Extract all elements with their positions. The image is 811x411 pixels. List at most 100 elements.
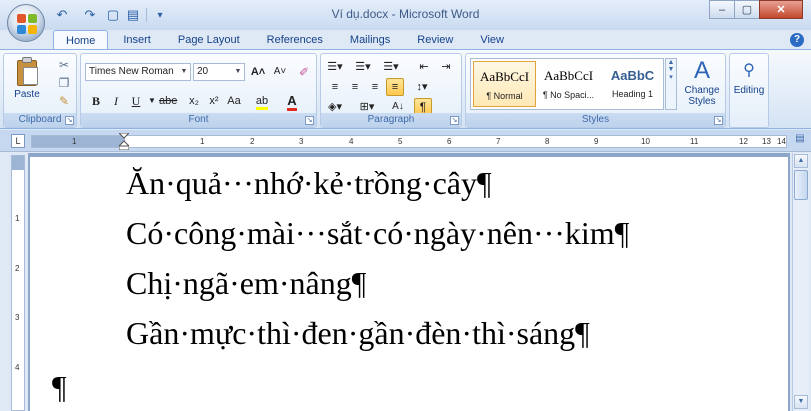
change-styles-button[interactable]: A Change Styles	[680, 57, 724, 107]
empty-paragraph-mark[interactable]: ¶	[52, 369, 67, 406]
document-line[interactable]: Chị·ngã·em·nâng¶	[126, 265, 366, 302]
ruler-number: 11	[690, 137, 699, 146]
styles-launcher-icon[interactable]: ↘	[714, 116, 723, 125]
office-logo-icon	[17, 14, 37, 34]
styles-group: AaBbCcI ¶ Normal AaBbCcI ¶ No Spaci... A…	[465, 53, 726, 128]
tab-selector[interactable]: L	[11, 134, 25, 148]
restore-icon: ▢	[741, 4, 753, 16]
bold-button[interactable]: B	[87, 92, 105, 110]
font-name-combo[interactable]: Times New Roman ▼	[85, 63, 191, 81]
align-center-icon[interactable]: ≡	[346, 78, 364, 96]
shrink-font-button[interactable]: A˅	[271, 63, 289, 81]
paste-button[interactable]: Paste	[8, 57, 46, 112]
document-line[interactable]: Có·công·mài···sắt·có·ngày·nên···kim¶	[126, 215, 629, 252]
ruler-number: 2	[250, 137, 255, 146]
line-spacing-icon[interactable]: ↕▾	[413, 78, 431, 96]
style-gallery-scroll[interactable]: ▲ ▼ ▾	[665, 58, 677, 110]
tab-insert[interactable]: Insert	[111, 30, 163, 50]
scroll-down-icon[interactable]: ▼	[794, 395, 808, 409]
change-styles-label: Change Styles	[684, 85, 720, 107]
style-normal[interactable]: AaBbCcI ¶ Normal	[473, 61, 536, 107]
tab-review[interactable]: Review	[405, 30, 465, 50]
font-group-label: Font	[81, 113, 316, 127]
close-button[interactable]: ✕	[759, 0, 803, 19]
style-name: ¶ Normal	[486, 91, 523, 101]
ruler-number: 9	[594, 137, 599, 146]
justify-icon[interactable]: ≡	[386, 78, 404, 96]
view-ruler-icon[interactable]: ▤	[793, 133, 807, 147]
font-launcher-icon[interactable]: ↘	[305, 116, 314, 125]
paragraph-group-label: Paragraph	[321, 113, 461, 127]
style-name: Heading 1	[611, 89, 654, 99]
style-sample: AaBbCcI	[543, 68, 594, 83]
ruler-number: 10	[641, 137, 650, 146]
paste-label: Paste	[14, 89, 40, 100]
office-button[interactable]	[7, 4, 45, 42]
multilevel-list-icon[interactable]: ☰▾	[382, 58, 400, 76]
ruler-number: 7	[496, 137, 501, 146]
scroll-thumb[interactable]	[794, 170, 808, 200]
restore-button[interactable]: ▢	[734, 0, 760, 19]
increase-indent-icon[interactable]: ⇥	[437, 58, 455, 76]
clipboard-icon	[15, 57, 39, 87]
font-color-button[interactable]: A	[283, 92, 301, 111]
copy-icon[interactable]: ❐	[56, 75, 72, 91]
numbering-icon[interactable]: ☰▾	[354, 58, 372, 76]
clear-formatting-icon[interactable]: ✐	[295, 63, 313, 81]
ruler-number: 13	[762, 137, 771, 146]
font-color-icon: A	[287, 93, 297, 111]
document-line[interactable]: Gần·mực·thì·đen·gần·đèn·thì·sáng¶	[126, 315, 590, 352]
ruler-row: L 1 1 2 3 4 5 6 7 8 9 10 11 12 13 14 ▤	[0, 130, 811, 152]
align-right-icon[interactable]: ≡	[366, 78, 384, 96]
chevron-down-icon: ▼	[234, 68, 242, 75]
scroll-up-icon[interactable]: ▲	[794, 154, 808, 168]
tab-references[interactable]: References	[255, 30, 335, 50]
style-heading-1[interactable]: AaBbC Heading 1	[601, 61, 664, 107]
ruler-number: 12	[739, 137, 748, 146]
document-page[interactable]: Ăn·quả···nhớ·kẻ·trồng·cây¶ Có·công·mài··…	[30, 157, 788, 411]
title-bar: ↶ ↷ ▢ ▤ ▾ Ví dụ.docx - Microsoft Word – …	[0, 0, 811, 42]
font-name-value: Times New Roman	[89, 66, 174, 77]
styles-group-label: Styles	[466, 113, 725, 127]
format-painter-icon[interactable]: ✎	[56, 93, 72, 109]
indent-marker-icon[interactable]	[119, 133, 129, 150]
ruler-number: 3	[299, 137, 304, 146]
superscript-button[interactable]: x²	[205, 92, 223, 110]
style-no-spacing[interactable]: AaBbCcI ¶ No Spaci...	[537, 61, 600, 107]
cut-icon[interactable]: ✂	[56, 57, 72, 73]
font-size-value: 20	[197, 66, 209, 77]
highlight-button[interactable]: ab	[253, 92, 271, 110]
ruler-number: 5	[398, 137, 403, 146]
bullets-icon[interactable]: ☰▾	[326, 58, 344, 76]
ruler-number: 1	[72, 137, 77, 146]
chevron-down-icon: ▼	[180, 68, 188, 75]
strikethrough-button[interactable]: abe	[159, 92, 177, 110]
style-gallery: AaBbCcI ¶ Normal AaBbCcI ¶ No Spaci... A…	[470, 58, 664, 110]
italic-button[interactable]: I	[107, 92, 125, 110]
editing-group: ⚲ Editing	[729, 53, 769, 128]
horizontal-ruler[interactable]: 1 1 2 3 4 5 6 7 8 9 10 11 12 13 14	[31, 133, 787, 150]
editing-label: Editing	[733, 85, 765, 96]
change-styles-icon: A	[693, 57, 710, 84]
subscript-button[interactable]: x₂	[185, 92, 203, 110]
decrease-indent-icon[interactable]: ⇤	[415, 58, 433, 76]
minimize-button[interactable]: –	[709, 0, 735, 19]
paragraph-launcher-icon[interactable]: ↘	[450, 116, 459, 125]
binoculars-icon: ⚲	[743, 62, 755, 79]
clipboard-launcher-icon[interactable]: ↘	[65, 116, 74, 125]
help-icon[interactable]: ?	[790, 33, 804, 47]
ruler-number: 2	[15, 264, 20, 273]
tab-page-layout[interactable]: Page Layout	[166, 30, 252, 50]
ruler-number: 8	[545, 137, 550, 146]
font-size-combo[interactable]: 20 ▼	[193, 63, 245, 81]
align-left-icon[interactable]: ≡	[326, 78, 344, 96]
document-line[interactable]: Ăn·quả···nhớ·kẻ·trồng·cây¶	[126, 165, 491, 202]
grow-font-button[interactable]: A˄	[249, 63, 267, 81]
vertical-scrollbar[interactable]: ▲ ▼	[792, 153, 809, 411]
editing-button[interactable]: ⚲ Editing	[730, 57, 768, 96]
vertical-ruler[interactable]: 1 2 3 4	[11, 155, 25, 411]
tab-mailings[interactable]: Mailings	[338, 30, 402, 50]
change-case-button[interactable]: Aa	[225, 92, 243, 110]
tab-view[interactable]: View	[468, 30, 516, 50]
tab-home[interactable]: Home	[53, 30, 109, 50]
